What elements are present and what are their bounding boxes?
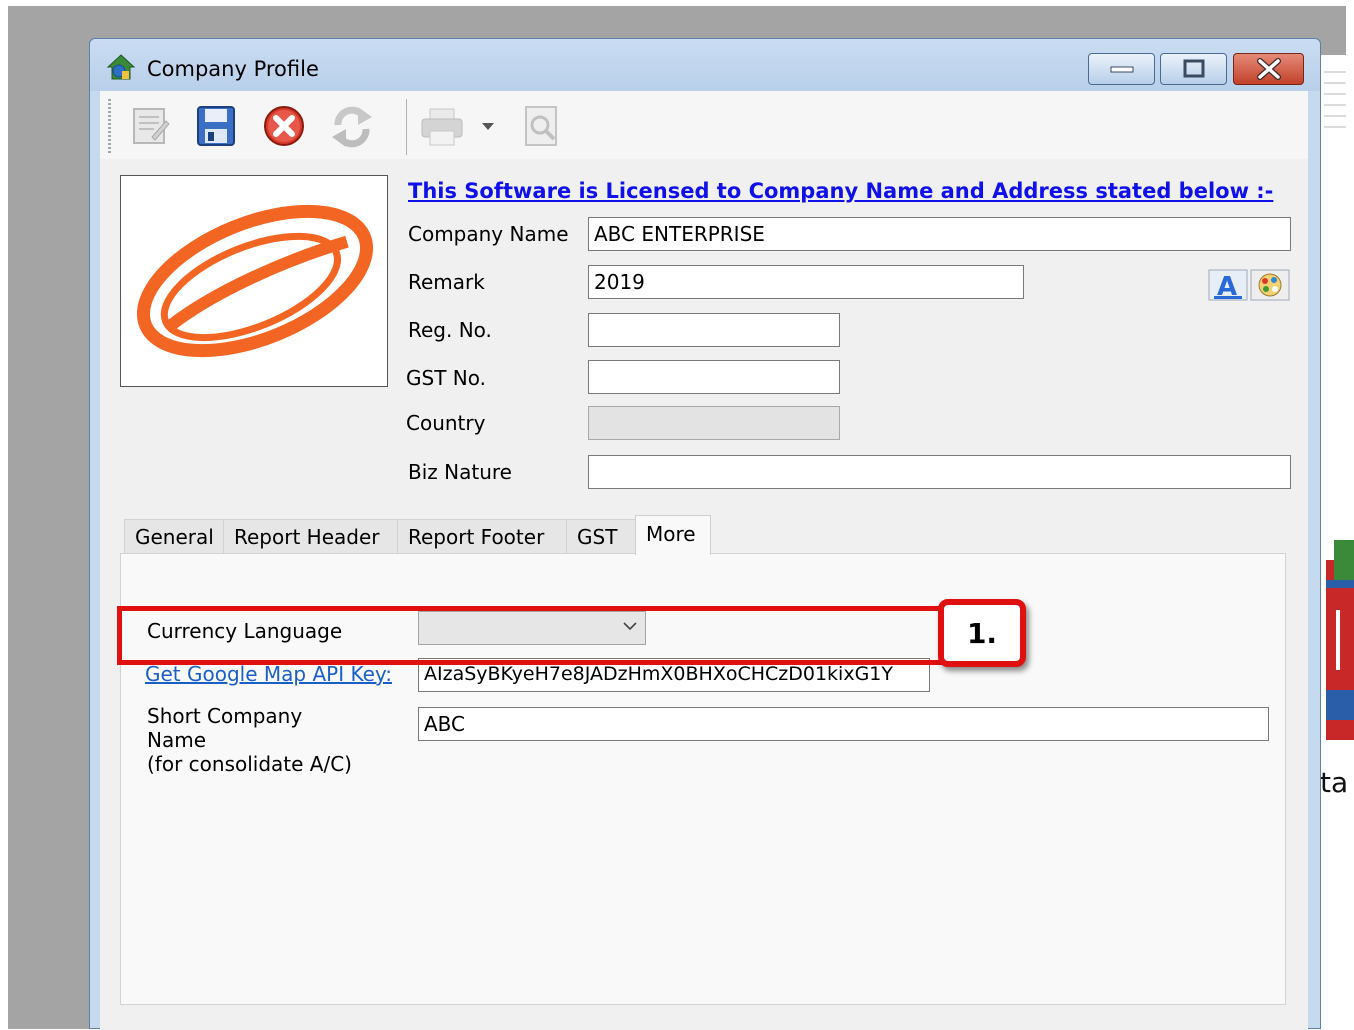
biz-nature-label: Biz Nature	[408, 460, 512, 484]
license-notice-link[interactable]: This Software is Licensed to Company Nam…	[408, 179, 1273, 203]
reg-no-label: Reg. No.	[408, 318, 492, 342]
company-name-input[interactable]: ABC ENTERPRISE	[588, 217, 1291, 251]
format-buttons: A	[1208, 269, 1290, 302]
toolbar-separator	[406, 99, 407, 155]
close-icon	[1256, 58, 1281, 80]
dropdown-arrow-icon[interactable]	[476, 103, 500, 149]
toolbar-grip[interactable]	[108, 99, 111, 155]
tab-gst[interactable]: GST	[566, 519, 636, 553]
gst-no-label: GST No.	[406, 366, 486, 390]
color-icon[interactable]	[1250, 269, 1290, 301]
logo-icon	[136, 204, 374, 358]
background-text: ta	[1320, 766, 1349, 799]
biz-nature-input[interactable]	[588, 455, 1291, 489]
minimize-button[interactable]	[1088, 53, 1155, 85]
remark-label: Remark	[408, 270, 485, 294]
refresh-icon[interactable]	[328, 103, 376, 149]
cancel-icon[interactable]	[260, 103, 308, 149]
close-button[interactable]	[1233, 53, 1304, 85]
annotation-highlight-box	[117, 606, 947, 665]
save-icon[interactable]	[192, 103, 240, 149]
binders-icon	[1326, 540, 1354, 740]
gst-no-input[interactable]	[588, 360, 840, 394]
short-company-name-label: Short Company Name (for consolidate A/C)	[147, 704, 352, 776]
font-icon[interactable]: A	[1208, 269, 1248, 302]
tab-general[interactable]: General	[124, 519, 224, 553]
house-icon	[106, 54, 136, 80]
company-logo[interactable]	[120, 175, 388, 387]
toolbar	[100, 91, 1308, 159]
window-client-area: This Software is Licensed to Company Nam…	[100, 91, 1308, 1030]
company-name-label: Company Name	[408, 222, 569, 246]
edit-icon[interactable]	[126, 103, 174, 149]
maximize-button[interactable]	[1160, 53, 1227, 85]
remark-input[interactable]: 2019	[588, 265, 1024, 299]
tab-report-header[interactable]: Report Header	[223, 519, 398, 553]
annotation-callout: 1.	[938, 599, 1026, 667]
maximize-icon	[1183, 59, 1204, 78]
background-window-lines	[1324, 62, 1346, 132]
google-map-api-key-link[interactable]: Get Google Map API Key:	[145, 662, 392, 686]
tab-report-footer[interactable]: Report Footer	[397, 519, 567, 553]
window-title: Company Profile	[147, 57, 319, 81]
country-input[interactable]	[588, 406, 840, 440]
reg-no-input[interactable]	[588, 313, 840, 347]
company-profile-window: Company Profile This Software is License…	[89, 38, 1321, 1030]
tab-more[interactable]: More	[635, 515, 711, 555]
print-icon[interactable]	[418, 103, 466, 149]
title-bar[interactable]: Company Profile	[90, 39, 1320, 91]
preview-icon[interactable]	[518, 103, 566, 149]
country-label: Country	[406, 411, 486, 435]
minimize-icon	[1110, 66, 1133, 73]
short-company-name-input[interactable]: ABC	[418, 707, 1269, 741]
